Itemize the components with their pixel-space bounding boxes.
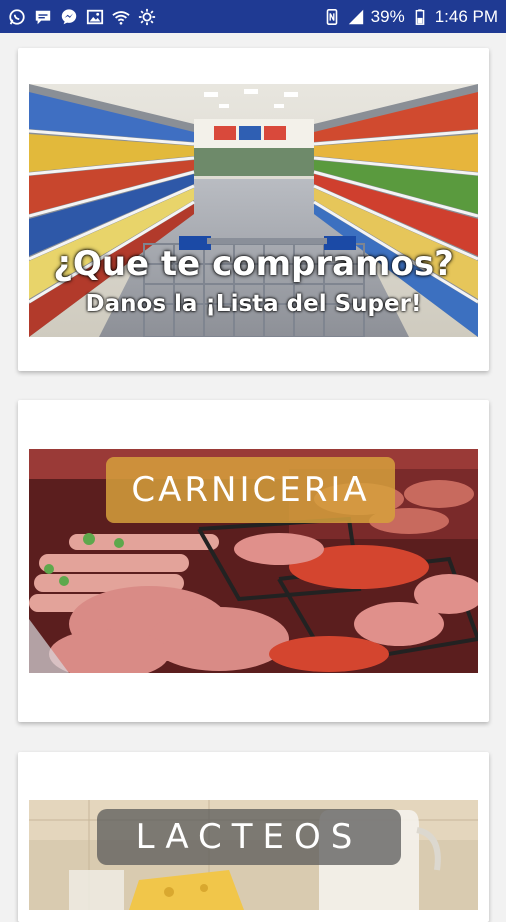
battery-icon: [411, 8, 429, 26]
card-carniceria[interactable]: CARNICERIA: [18, 400, 489, 722]
carniceria-image: CARNICERIA: [29, 449, 478, 673]
card-subtitle: Danos la ¡Lista del Super!: [85, 291, 422, 317]
nfc-icon: [323, 8, 341, 26]
messenger-icon: [60, 8, 78, 26]
lacteos-image: LACTEOS: [29, 800, 478, 910]
card-supermarket[interactable]: ¿Que te compramos? Danos la ¡Lista del S…: [18, 48, 489, 371]
category-badge: LACTEOS: [97, 809, 401, 865]
whatsapp-icon: [8, 8, 26, 26]
category-badge: CARNICERIA: [106, 457, 395, 523]
wifi-icon: [112, 8, 130, 26]
image-icon: [86, 8, 104, 26]
card-title: CARNICERIA: [131, 470, 370, 510]
message-icon: [34, 8, 52, 26]
brightness-icon: [138, 8, 156, 26]
signal-icon: [347, 8, 365, 26]
card-lacteos[interactable]: LACTEOS: [18, 752, 489, 922]
supermarket-image: ¿Que te compramos? Danos la ¡Lista del S…: [29, 84, 478, 337]
clock: 1:46 PM: [434, 6, 498, 26]
battery-percent: 39%: [370, 6, 405, 26]
card-title: ¿Que te compramos?: [53, 244, 454, 284]
status-bar: 39% 1:46 PM: [0, 0, 506, 33]
card-title: LACTEOS: [135, 817, 363, 857]
